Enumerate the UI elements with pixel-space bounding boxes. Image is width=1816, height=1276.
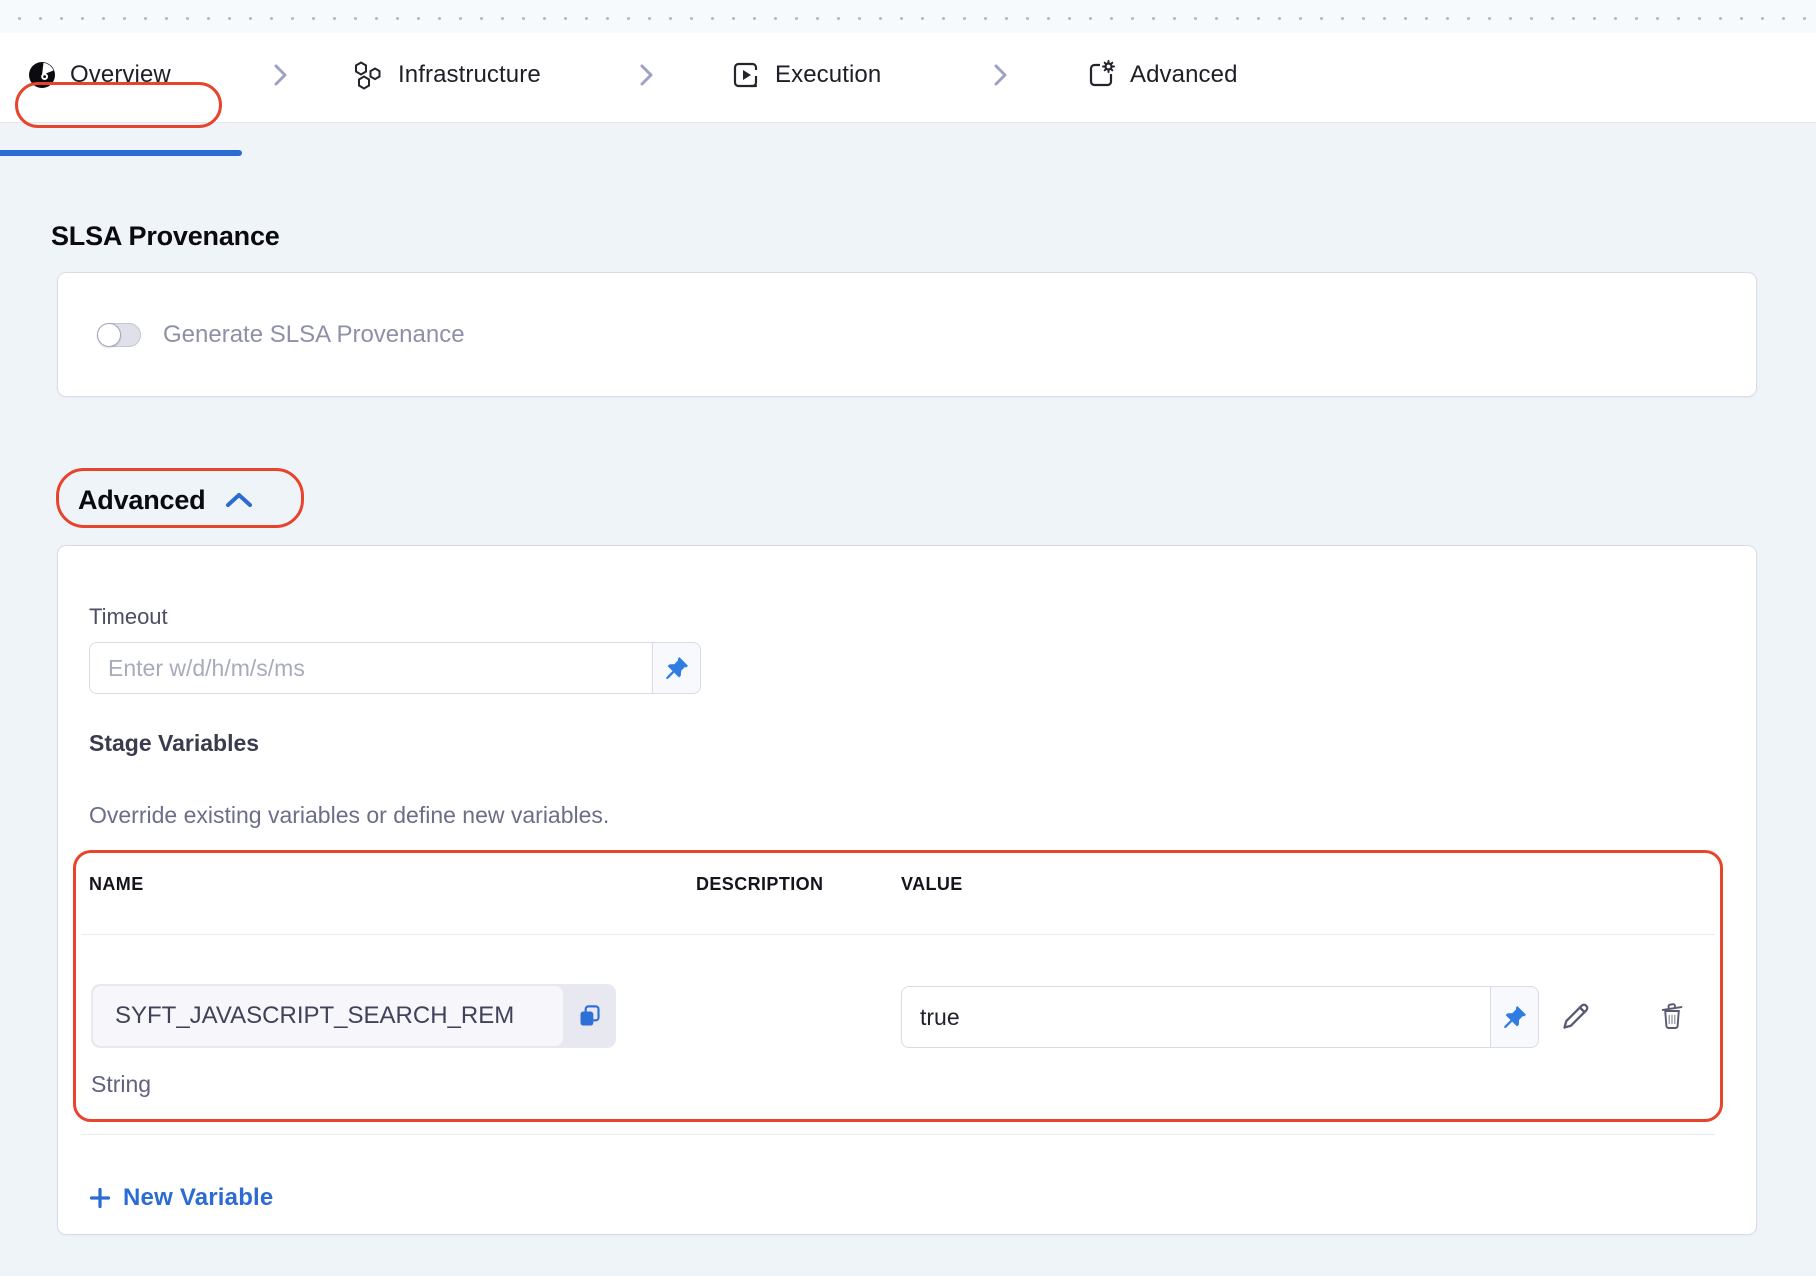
slsa-provenance-heading: SLSA Provenance (51, 221, 280, 252)
advanced-tab-icon (1086, 60, 1116, 90)
variable-name-field-group (91, 984, 616, 1048)
tab-advanced[interactable]: Advanced (1086, 33, 1238, 117)
variable-value-field-group (901, 986, 1539, 1048)
stage-variables-description: Override existing variables or define ne… (89, 802, 609, 829)
new-variable-button-label: New Variable (123, 1184, 273, 1212)
advanced-section-card: Timeout Stage Variables Override existin… (57, 545, 1757, 1235)
advanced-section-header[interactable]: Advanced (78, 485, 255, 516)
stage-configuration-screen: Overview Infrastructure (0, 0, 1816, 1276)
infrastructure-icon (352, 60, 384, 90)
new-variable-button[interactable]: New Variable (89, 1184, 273, 1212)
chevron-up-icon[interactable] (223, 491, 255, 511)
copy-variable-name-button[interactable] (563, 984, 616, 1048)
tab-advanced-label: Advanced (1130, 61, 1238, 89)
plus-icon (89, 1187, 111, 1209)
stage-variables-heading: Stage Variables (89, 730, 259, 757)
table-bottom-divider (81, 1134, 1715, 1135)
chevron-right-icon (637, 33, 655, 117)
column-header-name: NAME (89, 874, 144, 895)
timeout-input[interactable] (89, 642, 653, 694)
chevron-right-icon (271, 33, 289, 117)
pin-input-type-button[interactable] (653, 642, 701, 694)
timeout-field-group (89, 642, 701, 694)
generate-slsa-toggle[interactable] (97, 323, 141, 347)
variable-value-input[interactable] (901, 986, 1491, 1048)
column-header-value: VALUE (901, 874, 963, 895)
table-header-divider (81, 934, 1715, 935)
overview-stage-icon (28, 61, 56, 89)
column-header-description: DESCRIPTION (696, 874, 823, 895)
generate-slsa-toggle-label: Generate SLSA Provenance (163, 321, 465, 349)
pin-input-type-button[interactable] (1491, 986, 1539, 1048)
variable-type-label: String (91, 1071, 151, 1098)
tab-execution[interactable]: Execution (731, 33, 881, 117)
tab-overview-label: Overview (70, 61, 171, 89)
tab-overview[interactable]: Overview (28, 33, 171, 117)
stage-tabbar: Overview Infrastructure (0, 33, 1816, 123)
pipeline-canvas-dotted-background (0, 0, 1816, 33)
tab-infrastructure-label: Infrastructure (398, 61, 541, 89)
advanced-section-heading: Advanced (78, 485, 205, 516)
slsa-provenance-card: Generate SLSA Provenance (57, 272, 1757, 397)
toggle-knob (97, 323, 121, 347)
delete-variable-button[interactable] (1654, 998, 1690, 1034)
execution-icon (731, 60, 761, 90)
active-tab-underline (0, 150, 242, 156)
timeout-label: Timeout (89, 604, 168, 630)
tab-infrastructure[interactable]: Infrastructure (352, 33, 541, 117)
variable-name-input[interactable] (93, 986, 563, 1046)
tab-execution-label: Execution (775, 61, 881, 89)
chevron-right-icon (991, 33, 1009, 117)
edit-variable-button[interactable] (1558, 998, 1594, 1034)
